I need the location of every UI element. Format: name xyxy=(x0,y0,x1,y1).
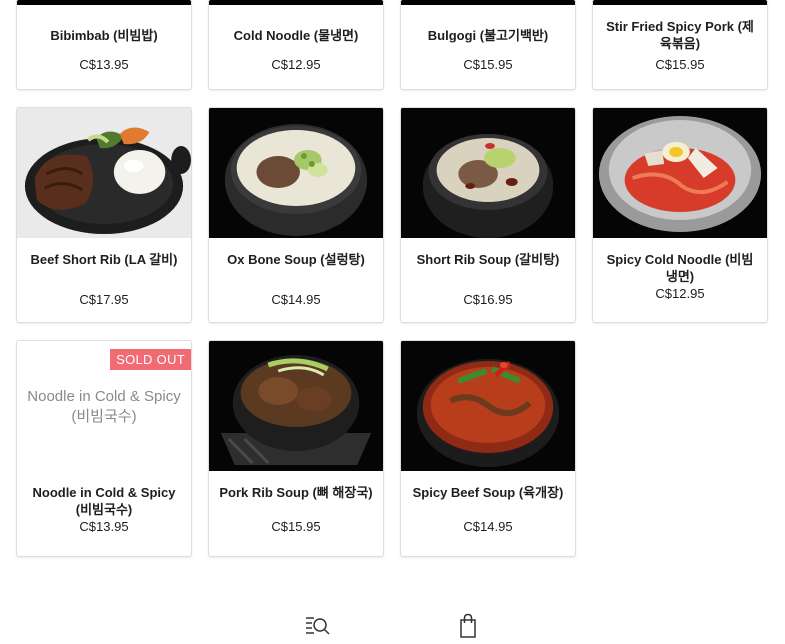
item-name: Noodle in Cold & Spicy (비빔국수) xyxy=(32,485,176,517)
item-photo xyxy=(401,341,575,471)
menu-item-card[interactable]: Spicy Beef Soup (육개장) C$14.95 xyxy=(400,340,576,557)
item-price: C$15.95 xyxy=(463,57,513,72)
item-price: C$15.95 xyxy=(271,519,321,534)
grid-spacer xyxy=(592,340,768,557)
menu-item-card[interactable]: Pork Rib Soup (뼈 해장국) C$15.95 xyxy=(208,340,384,557)
menu-item-card[interactable]: Ox Bone Soup (설렁탕) C$14.95 xyxy=(208,107,384,323)
item-name: Bulgogi (불고기백반) xyxy=(427,27,549,43)
menu-item-card[interactable]: Stir Fried Spicy Pork (제육볶음) C$15.95 xyxy=(592,0,768,90)
menu-item-card[interactable]: Bibimbab (비빔밥) C$13.95 xyxy=(16,0,192,90)
item-price: C$14.95 xyxy=(271,292,321,307)
item-name: Beef Short Rib (LA 갈비) xyxy=(30,252,178,267)
menu-grid: Bibimbab (비빔밥) C$13.95 Cold Noodle (물냉면)… xyxy=(16,0,768,557)
menu-item-card[interactable]: Noodle in Cold & Spicy (비빔국수) SOLD OUT N… xyxy=(16,340,192,557)
item-photo xyxy=(593,0,767,5)
item-name: Short Rib Soup (갈비탕) xyxy=(416,252,560,267)
item-name: Spicy Beef Soup (육개장) xyxy=(412,485,564,500)
item-price: C$12.95 xyxy=(271,57,321,72)
item-photo xyxy=(209,341,383,471)
sold-out-badge: SOLD OUT xyxy=(110,349,191,370)
item-price: C$16.95 xyxy=(463,292,513,307)
menu-search-icon[interactable] xyxy=(304,613,332,639)
bottom-nav xyxy=(0,607,785,642)
menu-item-card[interactable]: Spicy Cold Noodle (비빔냉면) C$12.95 xyxy=(592,107,768,323)
item-photo xyxy=(17,0,191,5)
item-photo xyxy=(593,108,767,238)
item-photo xyxy=(17,108,191,238)
item-name: Bibimbab (비빔밥) xyxy=(50,27,158,43)
item-name: Spicy Cold Noodle (비빔냉면) xyxy=(606,252,754,284)
item-name: Cold Noodle (물냉면) xyxy=(233,27,359,43)
item-photo xyxy=(401,108,575,238)
item-price: C$14.95 xyxy=(463,519,513,534)
menu-item-card[interactable]: Bulgogi (불고기백반) C$15.95 xyxy=(400,0,576,90)
shopping-bag-icon[interactable] xyxy=(456,613,484,639)
item-name: Ox Bone Soup (설렁탕) xyxy=(227,252,365,267)
menu-item-card[interactable]: Cold Noodle (물냉면) C$12.95 xyxy=(208,0,384,90)
item-photo xyxy=(209,0,383,5)
item-name: Pork Rib Soup (뼈 해장국) xyxy=(219,485,373,500)
item-photo xyxy=(209,108,383,238)
item-photo-placeholder: Noodle in Cold & Spicy (비빔국수) SOLD OUT xyxy=(17,341,191,471)
item-name: Stir Fried Spicy Pork (제육볶음) xyxy=(606,19,754,51)
item-photo xyxy=(401,0,575,5)
placeholder-text: Noodle in Cold & Spicy (비빔국수) xyxy=(27,388,181,425)
item-price: C$13.95 xyxy=(79,57,129,72)
item-price: C$13.95 xyxy=(79,519,129,534)
item-price: C$17.95 xyxy=(79,292,129,307)
menu-item-card[interactable]: Short Rib Soup (갈비탕) C$16.95 xyxy=(400,107,576,323)
item-price: C$12.95 xyxy=(655,286,705,301)
menu-item-card[interactable]: Beef Short Rib (LA 갈비) C$17.95 xyxy=(16,107,192,323)
item-price: C$15.95 xyxy=(655,57,705,72)
